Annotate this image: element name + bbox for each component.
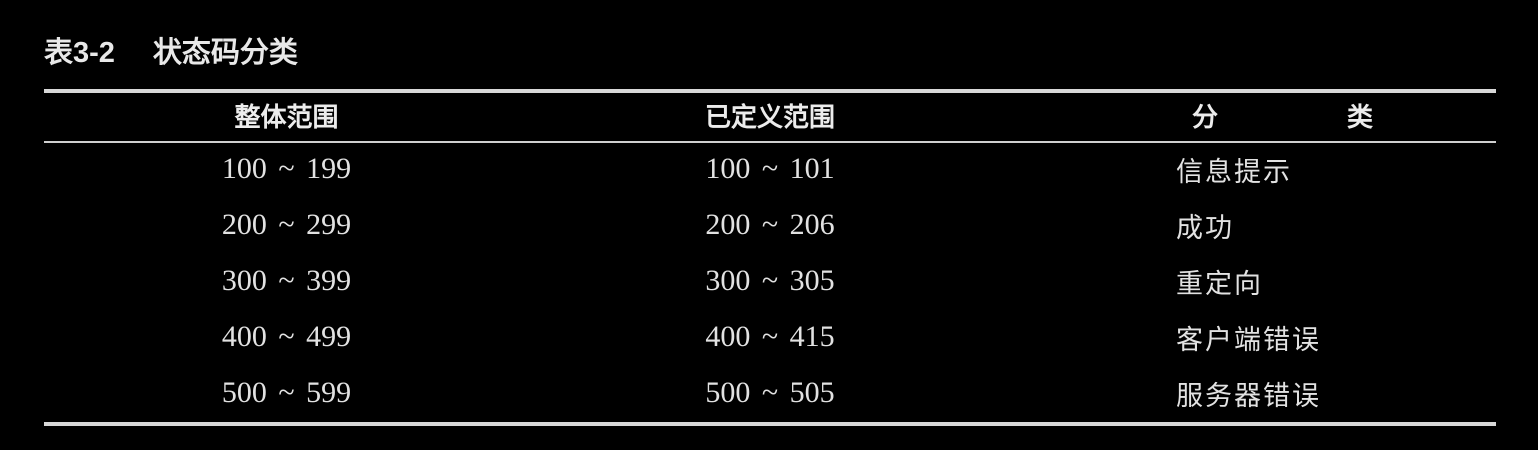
- table-bottom-rule: [44, 422, 1496, 426]
- category-cell: 成功: [1176, 212, 1234, 244]
- table-title: 状态码分类: [152, 35, 298, 69]
- overall-range-cell: 500 ~ 599: [221, 376, 352, 409]
- table-row: 400 ~ 499 400 ~ 415 客户端错误: [44, 309, 1496, 365]
- header-defined-range: 已定义范围: [704, 102, 835, 133]
- overall-range-cell: 200 ~ 299: [221, 208, 352, 241]
- defined-range-cell: 400 ~ 415: [705, 320, 835, 353]
- header-overall-range: 整体范围: [234, 102, 339, 133]
- category-cell: 重定向: [1176, 268, 1263, 300]
- defined-range-cell: 100 ~ 101: [705, 152, 835, 185]
- table-caption: 表3-2 状态码分类: [44, 30, 298, 70]
- header-category: 分 类: [1192, 102, 1434, 133]
- defined-range-cell: 300 ~ 305: [705, 264, 835, 297]
- table-row: 300 ~ 399 300 ~ 305 重定向: [44, 253, 1496, 309]
- category-cell: 信息提示: [1176, 156, 1292, 188]
- overall-range-cell: 400 ~ 499: [221, 320, 352, 353]
- table-row: 100 ~ 199 100 ~ 101 信息提示: [44, 141, 1496, 197]
- table-header-row: 整体范围 已定义范围 分 类: [44, 87, 1496, 143]
- table-row: 500 ~ 599 500 ~ 505 服务器错误: [44, 365, 1496, 421]
- overall-range-cell: 100 ~ 199: [221, 152, 352, 185]
- category-cell: 服务器错误: [1176, 380, 1321, 412]
- overall-range-cell: 300 ~ 399: [221, 264, 352, 297]
- table-number: 表3-2: [44, 37, 115, 69]
- table-row: 200 ~ 299 200 ~ 206 成功: [44, 197, 1496, 253]
- category-cell: 客户端错误: [1176, 324, 1321, 356]
- defined-range-cell: 500 ~ 505: [705, 376, 835, 409]
- defined-range-cell: 200 ~ 206: [705, 208, 835, 241]
